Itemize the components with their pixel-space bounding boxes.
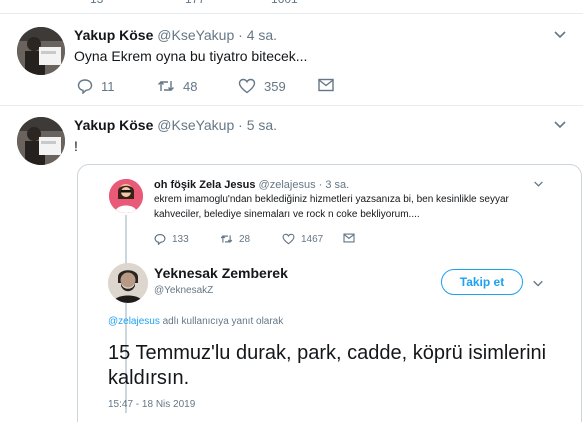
quoted-tweet-header: oh föşik Zela Jesus @zelajesus · 3 sa.	[154, 179, 349, 191]
avatar-photo	[108, 263, 148, 303]
like-count: 359	[264, 78, 286, 94]
prev-reply-count[interactable]: 13	[90, 0, 103, 6]
display-name: oh föşik Zela Jesus	[154, 179, 256, 191]
chevron-down-icon[interactable]	[553, 27, 567, 41]
heart-icon	[238, 78, 256, 94]
timestamp[interactable]: · 5 sa.	[238, 117, 277, 133]
reply-context: @zelajesus adlı kullanıcıya yanıt olarak	[108, 316, 283, 327]
retweet-count: 28	[239, 233, 251, 245]
like-button: 1467	[282, 233, 323, 245]
reply-icon	[154, 233, 166, 245]
prev-retweet-count[interactable]: 177	[185, 0, 205, 6]
display-name: Yeknesak Zemberek	[154, 265, 288, 281]
envelope-icon	[318, 78, 334, 92]
retweet-button[interactable]: 48	[157, 78, 197, 94]
avatar-photo	[17, 117, 65, 165]
timestamp[interactable]: · 4 sa.	[238, 27, 277, 43]
direct-message-button[interactable]	[318, 78, 334, 92]
tweet-header: Yakup Köse @KseYakup · 4 sa.	[74, 27, 277, 43]
like-button[interactable]: 359	[238, 78, 286, 94]
tweet-header: Yakup Köse @KseYakup · 5 sa.	[74, 117, 277, 133]
username: @YeknesakZ	[154, 285, 214, 296]
prev-like-count[interactable]: 1601	[271, 0, 298, 6]
chevron-down-icon	[534, 181, 543, 187]
avatar[interactable]	[17, 27, 65, 75]
quoted-tweet-main-text: 15 Temmuz'lu durak, park, cadde, köprü i…	[108, 342, 547, 389]
username[interactable]: @KseYakup	[157, 117, 234, 133]
timestamp: · 3 sa.	[318, 179, 350, 191]
reply-button[interactable]: 11	[77, 78, 115, 94]
reply-context-text: adlı kullanıcıya yanıt olarak	[159, 316, 284, 327]
reply-count: 11	[101, 78, 115, 94]
mention-link: @zelajesus	[108, 316, 160, 327]
display-name[interactable]: Yakup Köse	[74, 27, 153, 43]
username[interactable]: @KseYakup	[157, 27, 234, 43]
previous-tweet-action-strip: 13 177 1601	[0, 0, 583, 14]
avatar[interactable]	[17, 117, 65, 165]
retweet-button: 28	[220, 233, 250, 245]
reply-count: 133	[172, 233, 189, 245]
avatar	[109, 179, 143, 213]
envelope-icon	[343, 233, 355, 243]
display-name[interactable]: Yakup Köse	[74, 117, 153, 133]
follow-button: Takip et	[441, 269, 523, 295]
avatar-photo	[17, 27, 65, 75]
reply-icon	[77, 79, 93, 94]
chevron-down-icon[interactable]	[553, 117, 567, 131]
like-count: 1467	[301, 233, 324, 245]
tweet-date: 15:47 - 18 Nis 2019	[108, 399, 196, 410]
quoted-tweet-text: ekrem imamoglu'ndan beklediğiniz hizmetl…	[154, 194, 509, 220]
reply-button: 133	[154, 233, 189, 245]
avatar	[108, 263, 148, 303]
retweet-icon	[158, 81, 174, 91]
tweet-text: Oyna Ekrem oyna bu tiyatro bitecek...	[74, 48, 308, 64]
username: @zelajesus	[258, 179, 316, 191]
avatar-photo	[109, 179, 143, 213]
direct-message-button	[343, 233, 355, 243]
retweet-icon	[220, 235, 233, 243]
tweet-text: !	[74, 138, 78, 154]
heart-icon	[282, 233, 295, 245]
retweet-count: 48	[183, 78, 198, 94]
chevron-down-icon	[533, 280, 543, 287]
tweet[interactable]: Yakup Köse @KseYakup · 4 sa. Oyna Ekrem …	[0, 15, 583, 106]
embedded-tweet-screenshot[interactable]: oh föşik Zela Jesus @zelajesus · 3 sa. e…	[77, 164, 582, 422]
